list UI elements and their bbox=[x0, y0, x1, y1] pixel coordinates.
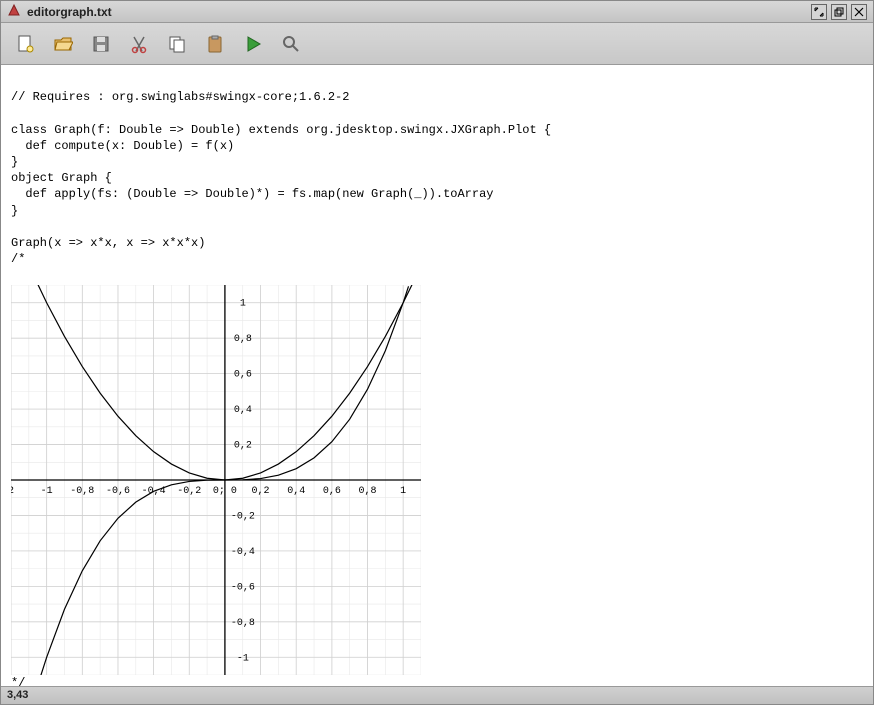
svg-text:0,4: 0,4 bbox=[287, 486, 305, 497]
svg-text:-1: -1 bbox=[237, 654, 249, 665]
svg-text:-0,2: -0,2 bbox=[231, 512, 255, 523]
svg-text:0,2: 0,2 bbox=[252, 486, 270, 497]
restore-button[interactable] bbox=[831, 4, 847, 20]
svg-text:-0,2: -0,2 bbox=[177, 486, 201, 497]
status-bar: 3,43 bbox=[1, 686, 873, 704]
svg-text:0; 0: 0; 0 bbox=[213, 486, 237, 497]
search-button[interactable] bbox=[279, 32, 303, 56]
svg-text:0,8: 0,8 bbox=[234, 335, 252, 346]
svg-text:1: 1 bbox=[400, 486, 406, 497]
paste-button[interactable] bbox=[203, 32, 227, 56]
close-button[interactable] bbox=[851, 4, 867, 20]
open-file-button[interactable] bbox=[51, 32, 75, 56]
run-button[interactable] bbox=[241, 32, 265, 56]
window-title: editorgraph.txt bbox=[27, 5, 807, 19]
svg-text:0,2: 0,2 bbox=[234, 441, 252, 452]
svg-text:-1: -1 bbox=[41, 486, 53, 497]
svg-text:-0,8: -0,8 bbox=[70, 486, 94, 497]
svg-text:-0,6: -0,6 bbox=[106, 486, 130, 497]
save-button[interactable] bbox=[89, 32, 113, 56]
maximize-out-button[interactable] bbox=[811, 4, 827, 20]
copy-button[interactable] bbox=[165, 32, 189, 56]
title-bar: editorgraph.txt bbox=[1, 1, 873, 23]
svg-text:1: 1 bbox=[240, 299, 246, 310]
svg-text:2: 2 bbox=[11, 486, 14, 497]
svg-text:-0,4: -0,4 bbox=[231, 547, 255, 558]
code-block: // Requires : org.swinglabs#swingx-core;… bbox=[11, 90, 551, 266]
svg-text:0,4: 0,4 bbox=[234, 406, 252, 417]
graph-plot: 2 -1 -0,8 -0,6 -0,4 -0,2 0; 0 0,2 0,4 0,6 0,8 1 1 0,8… bbox=[11, 269, 421, 659]
svg-text:-0,8: -0,8 bbox=[231, 618, 255, 629]
cursor-position: 3,43 bbox=[7, 689, 28, 701]
svg-text:0,8: 0,8 bbox=[359, 486, 377, 497]
cut-button[interactable] bbox=[127, 32, 151, 56]
svg-text:0,6: 0,6 bbox=[323, 486, 341, 497]
svg-text:-0,6: -0,6 bbox=[231, 583, 255, 594]
svg-text:0,6: 0,6 bbox=[234, 370, 252, 381]
toolbar bbox=[1, 23, 873, 65]
editor-area[interactable]: // Requires : org.swinglabs#swingx-core;… bbox=[1, 65, 873, 686]
new-file-button[interactable] bbox=[13, 32, 37, 56]
app-logo-icon bbox=[7, 3, 21, 20]
